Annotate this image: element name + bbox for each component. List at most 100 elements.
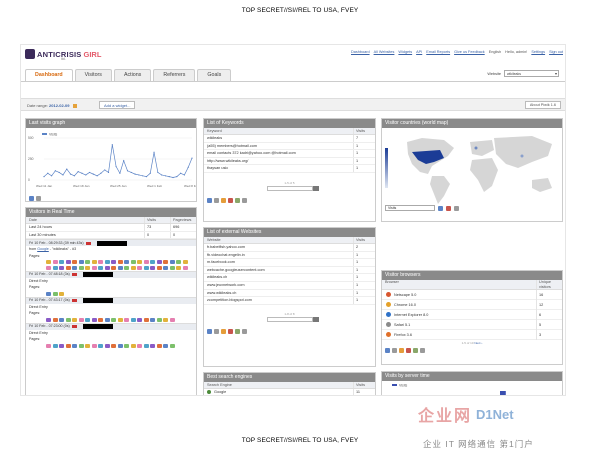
tag-cloud-icon[interactable] <box>399 348 404 353</box>
page-icon[interactable] <box>150 343 155 348</box>
data-point[interactable] <box>100 172 102 174</box>
page-icon[interactable] <box>169 260 175 265</box>
page-icon[interactable] <box>59 291 64 296</box>
data-point[interactable] <box>50 175 53 177</box>
page-icon[interactable] <box>46 317 51 322</box>
page-icon[interactable] <box>72 265 77 270</box>
page-icon[interactable] <box>98 260 103 265</box>
page-icon[interactable] <box>163 260 168 265</box>
table-row[interactable]: Firefox 3.6 3 <box>382 329 562 340</box>
table-row[interactable]: webcache.googleusercontent.com 1 <box>204 266 375 275</box>
data-point[interactable] <box>107 171 110 174</box>
page-icon[interactable] <box>65 260 71 265</box>
data-point[interactable] <box>168 176 170 178</box>
data-point[interactable] <box>180 172 182 174</box>
bar-icon[interactable] <box>413 348 418 353</box>
page-icon[interactable] <box>59 343 64 348</box>
data-point[interactable] <box>134 173 136 175</box>
widget-title[interactable]: Best search engines <box>204 373 375 382</box>
page-icon[interactable] <box>143 265 149 270</box>
data-point[interactable] <box>130 171 132 174</box>
page-icon[interactable] <box>78 317 84 322</box>
data-point[interactable] <box>47 172 49 174</box>
data-point[interactable] <box>77 171 79 173</box>
col-unique-visitors[interactable]: Unique visitors <box>536 280 562 289</box>
page-icon[interactable] <box>91 265 97 270</box>
link-feedback[interactable]: Give us Feedback <box>454 50 485 54</box>
date-range-value[interactable]: 2012-02-09 <box>49 103 69 108</box>
tab-referrers[interactable]: Referrers <box>153 69 196 81</box>
page-icon[interactable] <box>111 260 116 265</box>
page-icon[interactable] <box>176 265 181 270</box>
page-icon[interactable] <box>85 317 90 322</box>
page-icon[interactable] <box>130 260 136 265</box>
page-icon[interactable] <box>137 265 142 270</box>
data-point[interactable] <box>157 171 159 174</box>
page-icon[interactable] <box>72 317 77 322</box>
table-row[interactable]: fb.videochat.engelin.in 1 <box>204 251 375 260</box>
export-icon[interactable] <box>36 196 41 201</box>
col-website[interactable]: Website <box>204 237 353 243</box>
link-dashboard[interactable]: Dashboard <box>351 50 370 54</box>
table-row[interactable]: m.facebook.com 1 <box>204 259 375 267</box>
tab-dashboard[interactable]: Dashboard <box>25 69 73 81</box>
page-icon[interactable] <box>91 317 97 322</box>
data-point[interactable] <box>172 176 174 179</box>
all-columns-icon[interactable] <box>392 348 397 353</box>
col-search-engine[interactable]: Search Engine <box>204 382 353 388</box>
page-icon[interactable] <box>163 317 168 322</box>
page-icon[interactable] <box>78 343 84 348</box>
col-visits[interactable]: Visits <box>353 237 375 243</box>
all-columns-icon[interactable] <box>214 328 219 334</box>
data-point[interactable] <box>145 176 148 178</box>
close-icon[interactable] <box>446 205 451 211</box>
page-icon[interactable] <box>117 343 123 348</box>
link-widgets[interactable]: Widgets <box>398 50 412 54</box>
data-point[interactable] <box>96 175 98 177</box>
table-row[interactable]: Internet Explorer 8.0 6 <box>382 309 562 320</box>
data-point[interactable] <box>73 175 75 177</box>
table-row[interactable]: zcompetition.blogspot.com 1 <box>204 297 375 305</box>
export-icon[interactable] <box>420 348 425 353</box>
data-point[interactable] <box>161 174 163 176</box>
page-icon[interactable] <box>46 291 51 296</box>
data-point[interactable] <box>88 171 91 174</box>
data-point[interactable] <box>85 174 87 176</box>
fullscreen-icon[interactable] <box>454 205 459 211</box>
page-icon[interactable] <box>124 343 129 348</box>
page-icon[interactable] <box>104 265 110 270</box>
add-widget-button[interactable]: Add a widget... <box>99 101 136 109</box>
page-icon[interactable] <box>143 343 149 348</box>
page-icon[interactable] <box>104 343 110 348</box>
page-icon[interactable] <box>52 291 58 296</box>
tag-cloud-icon[interactable] <box>221 328 226 334</box>
page-icon[interactable] <box>156 317 162 322</box>
date-range[interactable]: Date range: 2012-02-09 <box>27 103 77 108</box>
data-point[interactable] <box>142 175 144 177</box>
page-icon[interactable] <box>65 265 71 270</box>
table-icon[interactable] <box>385 348 390 353</box>
page-icon[interactable] <box>52 265 58 270</box>
page-icon[interactable] <box>72 260 77 265</box>
website-select[interactable]: wikileaks <box>504 70 559 77</box>
page-icon[interactable] <box>59 317 64 322</box>
table-row[interactable]: fr.babelfish.yahoo.com 2 <box>204 244 375 252</box>
table-icon[interactable] <box>207 197 212 203</box>
data-point[interactable] <box>81 172 83 174</box>
language-select[interactable]: English <box>489 50 501 54</box>
page-icon[interactable] <box>124 317 129 322</box>
about-piwik-button[interactable]: About Piwik 1.6 <box>524 101 561 109</box>
page-icon[interactable] <box>59 260 64 265</box>
data-point[interactable] <box>164 175 167 177</box>
page-icon[interactable] <box>150 260 155 265</box>
data-point[interactable] <box>153 151 155 153</box>
page-icon[interactable] <box>85 260 90 265</box>
page-icon[interactable] <box>182 265 188 270</box>
col-browser[interactable]: Browser <box>382 280 536 289</box>
data-point[interactable] <box>123 160 125 162</box>
page-icon[interactable] <box>169 317 175 322</box>
page-icon[interactable] <box>72 343 77 348</box>
data-point[interactable] <box>183 174 186 176</box>
col-visits[interactable]: Visits <box>353 128 375 134</box>
export-icon[interactable] <box>242 197 247 203</box>
